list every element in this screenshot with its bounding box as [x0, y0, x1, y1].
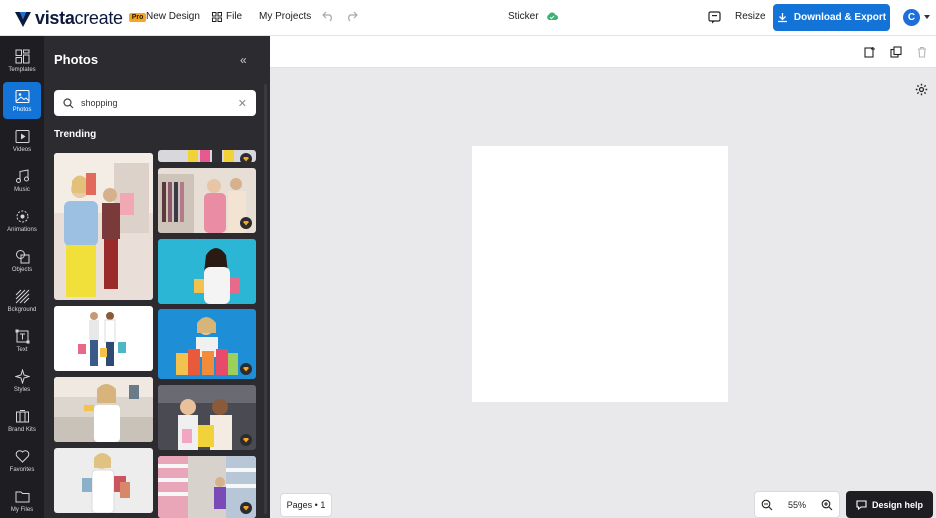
- background-icon: [15, 289, 29, 303]
- text-icon: [15, 329, 29, 343]
- objects-icon: [15, 249, 29, 263]
- rail-item-brand-kits[interactable]: Brand Kits: [3, 402, 41, 439]
- photo-thumbnail[interactable]: [54, 377, 153, 442]
- download-export-button[interactable]: Download & Export: [773, 4, 890, 31]
- rail-item-templates[interactable]: Templates: [3, 42, 41, 79]
- file-label: File: [226, 11, 243, 22]
- my-projects-label: My Projects: [259, 11, 312, 22]
- rail-item-text[interactable]: Text: [3, 322, 41, 359]
- trending-heading: Trending: [54, 129, 97, 140]
- photo-thumbnail[interactable]: [158, 309, 256, 379]
- rail-item-background[interactable]: Bckground: [3, 282, 41, 319]
- chevron-down-icon[interactable]: [924, 15, 930, 19]
- photos-panel: Photos « shopping ✕ Trending: [44, 36, 270, 518]
- search-input[interactable]: shopping: [81, 98, 238, 108]
- rail-item-my-files[interactable]: My Files: [3, 482, 41, 518]
- photo-thumbnail[interactable]: [158, 456, 256, 518]
- undo-icon[interactable]: [322, 11, 335, 22]
- photo-women-shopping-mall: [54, 153, 153, 300]
- clear-search-icon[interactable]: ✕: [238, 97, 247, 110]
- photo-thumbnail[interactable]: [54, 306, 153, 371]
- rail-item-animations[interactable]: Animations: [3, 202, 41, 239]
- add-page-icon[interactable]: [864, 46, 876, 58]
- left-rail: Templates Photos Videos Music Animations…: [0, 36, 44, 518]
- photo-woman-credit-card: [54, 377, 153, 442]
- new-design-label: New Design: [146, 11, 200, 22]
- document-title-area[interactable]: Sticker: [508, 11, 558, 22]
- design-help-button[interactable]: Design help: [846, 491, 933, 518]
- templates-icon: [15, 49, 29, 63]
- rail-item-videos[interactable]: Videos: [3, 122, 41, 159]
- brand-kits-icon: [15, 409, 29, 422]
- cloud-saved-icon: [546, 12, 558, 20]
- photo-blonde-with-bags: [54, 448, 153, 513]
- photo-two-friends-bags: [54, 306, 153, 371]
- pro-badge: Pro: [128, 13, 147, 22]
- feedback-icon[interactable]: [708, 11, 721, 24]
- top-bar: vistacreate Pro New Design File My Proje…: [0, 0, 936, 36]
- download-icon: [777, 13, 787, 23]
- premium-badge-icon: [240, 153, 252, 162]
- rail-item-styles[interactable]: Styles: [3, 362, 41, 399]
- rail-item-music[interactable]: Music: [3, 162, 41, 199]
- rail-item-photos[interactable]: Photos: [3, 82, 41, 119]
- photos-icon: [15, 89, 29, 103]
- photo-thumbnail[interactable]: [158, 150, 256, 162]
- favorites-icon: [15, 449, 29, 463]
- duplicate-page-icon[interactable]: [890, 46, 902, 58]
- photo-thumbnail[interactable]: [54, 153, 153, 300]
- zoom-control: 55%: [754, 491, 840, 518]
- search-icon: [63, 97, 74, 108]
- photo-thumbnail[interactable]: [158, 168, 256, 233]
- styles-icon: [14, 368, 30, 384]
- rail-item-favorites[interactable]: Favorites: [3, 442, 41, 479]
- design-artboard[interactable]: [472, 146, 728, 402]
- photo-thumbnail[interactable]: [158, 239, 256, 304]
- resize-label: Resize: [735, 11, 766, 22]
- delete-page-icon[interactable]: [916, 46, 928, 58]
- grid-icon: [212, 11, 222, 22]
- new-design-button[interactable]: New Design: [146, 11, 200, 22]
- premium-badge-icon: [240, 363, 252, 375]
- file-menu-button[interactable]: File: [212, 11, 242, 22]
- canvas-toolbar: [270, 36, 936, 68]
- photo-thumbnail[interactable]: [158, 385, 256, 450]
- zoom-out-icon[interactable]: [761, 499, 773, 511]
- panel-title: Photos: [54, 52, 99, 67]
- resize-button[interactable]: Resize: [735, 11, 766, 22]
- my-projects-button[interactable]: My Projects: [259, 11, 311, 22]
- brand-logo[interactable]: vistacreate Pro: [14, 8, 147, 29]
- pages-button[interactable]: Pages • 1: [280, 493, 332, 517]
- animations-icon: [16, 210, 28, 222]
- premium-badge-icon: [240, 434, 252, 446]
- download-export-label: Download & Export: [793, 12, 887, 23]
- design-help-label: Design help: [871, 499, 923, 510]
- music-icon: [15, 168, 29, 183]
- photo-thumbnail[interactable]: [54, 448, 153, 513]
- premium-badge-icon: [240, 217, 252, 229]
- chat-help-icon: [856, 500, 867, 510]
- videos-icon: [15, 129, 29, 143]
- premium-badge-icon: [240, 502, 252, 514]
- document-title[interactable]: Sticker: [508, 11, 539, 22]
- panel-scrollbar[interactable]: [264, 84, 267, 514]
- photo-search-field[interactable]: shopping ✕: [54, 90, 256, 116]
- zoom-in-icon[interactable]: [821, 499, 833, 511]
- collapse-panel-icon[interactable]: «: [240, 53, 247, 67]
- user-avatar[interactable]: C: [903, 9, 920, 26]
- zoom-level[interactable]: 55%: [788, 500, 806, 510]
- rail-item-objects[interactable]: Objects: [3, 242, 41, 279]
- brand-name: vistacreate: [35, 8, 123, 28]
- photo-woman-blue-background: [158, 239, 256, 304]
- gear-icon[interactable]: [915, 83, 928, 96]
- vista-logo-icon: [15, 11, 31, 27]
- redo-icon[interactable]: [345, 11, 358, 22]
- my-files-icon: [15, 491, 29, 502]
